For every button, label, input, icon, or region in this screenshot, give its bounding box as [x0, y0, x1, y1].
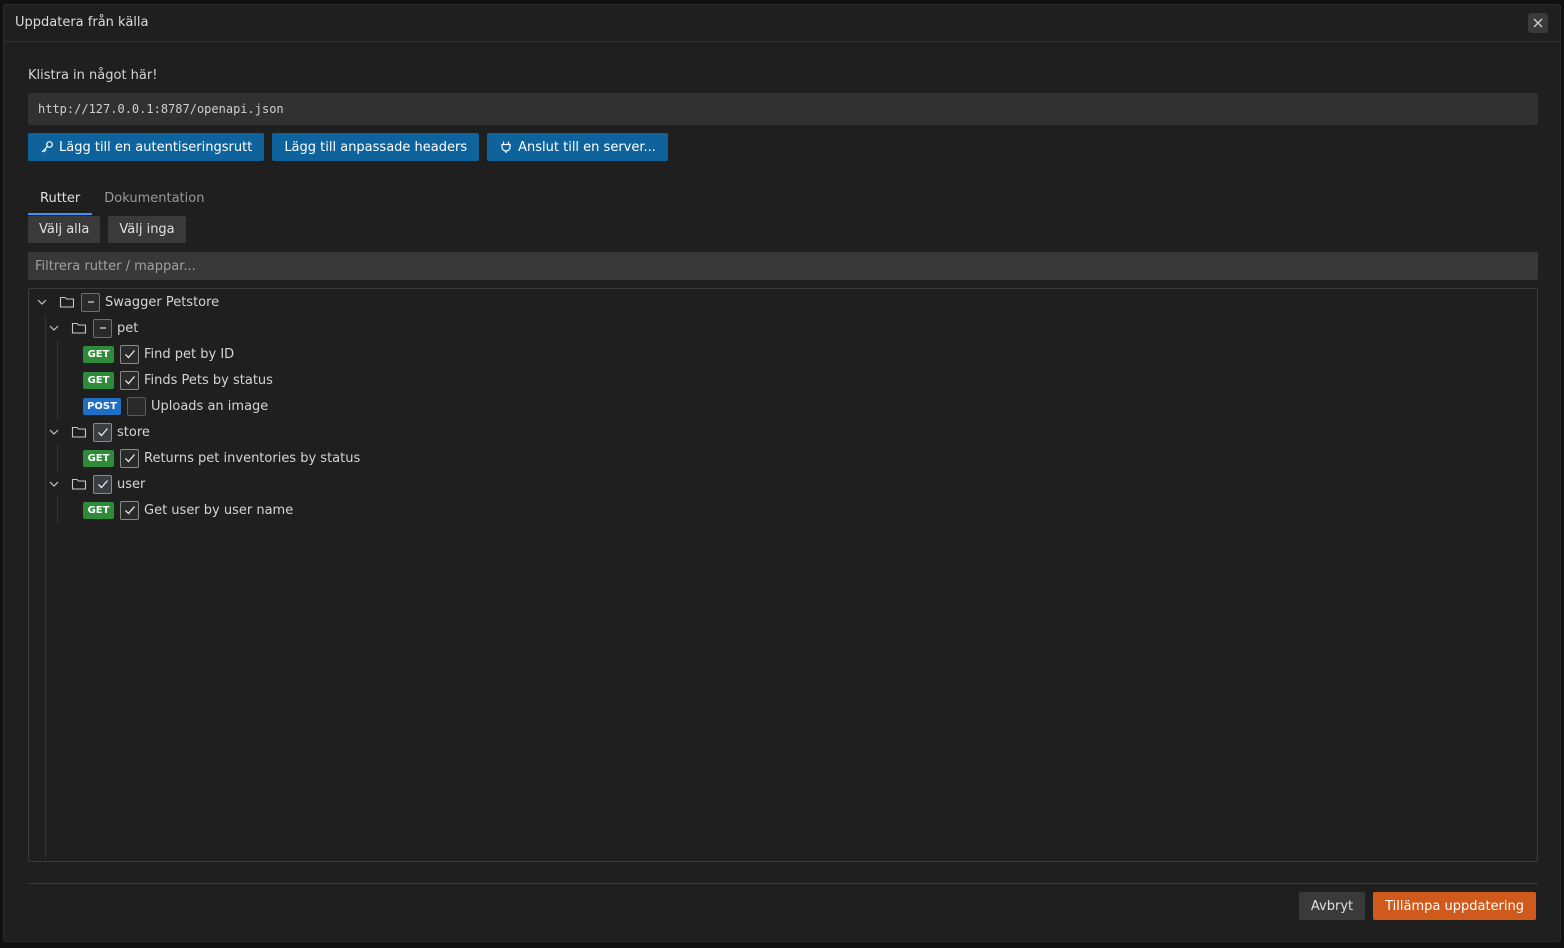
route-label: Find pet by ID [144, 346, 235, 362]
chevron-down-icon[interactable] [47, 425, 61, 439]
close-icon [1533, 18, 1543, 28]
route-row[interactable]: POST Uploads an image [83, 393, 268, 419]
source-url-input[interactable] [28, 93, 1538, 125]
route-filter-input[interactable] [28, 252, 1538, 280]
tab-documentation[interactable]: Dokumentation [92, 187, 216, 215]
store-checkbox[interactable] [93, 422, 112, 442]
chevron-down-icon[interactable] [47, 321, 61, 335]
folder-icon [71, 477, 87, 491]
route-checkbox[interactable] [120, 500, 139, 520]
checkmark-icon [97, 428, 108, 437]
key-icon [41, 141, 53, 153]
route-checkbox[interactable] [127, 396, 146, 416]
method-badge-get: GET [83, 371, 114, 389]
method-badge-get: GET [83, 345, 114, 363]
apply-update-button[interactable]: Tillämpa uppdatering [1373, 892, 1536, 920]
root-partial-checkbox[interactable] [81, 292, 100, 312]
route-row[interactable]: GET Finds Pets by status [83, 367, 273, 393]
add-auth-route-label: Lägg till en autentiseringsrutt [59, 139, 253, 155]
add-custom-headers-button[interactable]: Lägg till anpassade headers [272, 133, 480, 161]
add-custom-headers-label: Lägg till anpassade headers [284, 139, 468, 155]
footer-divider [28, 883, 1538, 884]
folder-row-user[interactable]: user [47, 471, 145, 497]
tree-root-row[interactable]: Swagger Petstore [35, 289, 219, 315]
method-badge-post: POST [83, 397, 121, 415]
update-from-source-dialog: Uppdatera från källa Klistra in något hä… [3, 4, 1561, 942]
checkmark-icon [97, 480, 108, 489]
route-checkbox[interactable] [120, 448, 139, 468]
cancel-button[interactable]: Avbryt [1298, 892, 1366, 920]
tab-bar: Rutter Dokumentation [28, 187, 216, 215]
folder-row-pet[interactable]: pet [47, 315, 138, 341]
folder-label-store: store [117, 424, 150, 440]
minus-icon [87, 301, 94, 303]
plug-icon [501, 141, 511, 153]
close-button[interactable] [1528, 13, 1548, 33]
selection-actions: Välj alla Välj inga [28, 216, 186, 243]
route-row[interactable]: GET Get user by user name [83, 497, 293, 523]
checkmark-icon [124, 350, 135, 359]
folder-icon [59, 295, 75, 309]
dialog-footer: Avbryt Tillämpa uppdatering [1298, 892, 1536, 920]
route-label: Uploads an image [151, 398, 269, 414]
root-label: Swagger Petstore [105, 294, 220, 310]
source-actions: Lägg till en autentiseringsrutt Lägg til… [28, 133, 668, 161]
method-badge-get: GET [83, 449, 114, 467]
checkmark-icon [124, 454, 135, 463]
minus-icon [99, 327, 106, 329]
select-all-button[interactable]: Välj alla [28, 216, 101, 243]
folder-icon [71, 425, 87, 439]
select-none-button[interactable]: Välj inga [108, 216, 186, 243]
route-tree: Swagger Petstore pet GET Find pet by ID … [28, 288, 1538, 862]
checkmark-icon [124, 376, 135, 385]
folder-icon [71, 321, 87, 335]
connect-server-button[interactable]: Anslut till en server... [487, 133, 668, 161]
route-row[interactable]: GET Find pet by ID [83, 341, 234, 367]
chevron-down-icon[interactable] [47, 477, 61, 491]
tree-guide-line [57, 445, 58, 471]
user-checkbox[interactable] [93, 474, 112, 494]
method-badge-get: GET [83, 501, 114, 519]
route-label: Get user by user name [144, 502, 294, 518]
folder-label-user: user [117, 476, 146, 492]
paste-label: Klistra in något här! [28, 68, 158, 83]
tree-guide-line [57, 341, 58, 419]
dialog-titlebar: Uppdatera från källa [4, 5, 1560, 42]
route-label: Finds Pets by status [144, 372, 273, 388]
route-row[interactable]: GET Returns pet inventories by status [83, 445, 360, 471]
connect-server-label: Anslut till en server... [518, 139, 656, 155]
add-auth-route-button[interactable]: Lägg till en autentiseringsrutt [28, 133, 265, 161]
pet-partial-checkbox[interactable] [93, 318, 112, 338]
route-label: Returns pet inventories by status [144, 450, 361, 466]
folder-row-store[interactable]: store [47, 419, 150, 445]
tree-guide-line [45, 315, 46, 859]
folder-label-pet: pet [117, 320, 139, 336]
dialog-title: Uppdatera från källa [15, 15, 149, 30]
checkmark-icon [124, 506, 135, 515]
tab-routes[interactable]: Rutter [28, 187, 93, 215]
tree-guide-line [57, 497, 58, 523]
chevron-down-icon[interactable] [35, 295, 49, 309]
route-checkbox[interactable] [120, 344, 139, 364]
route-checkbox[interactable] [120, 370, 139, 390]
